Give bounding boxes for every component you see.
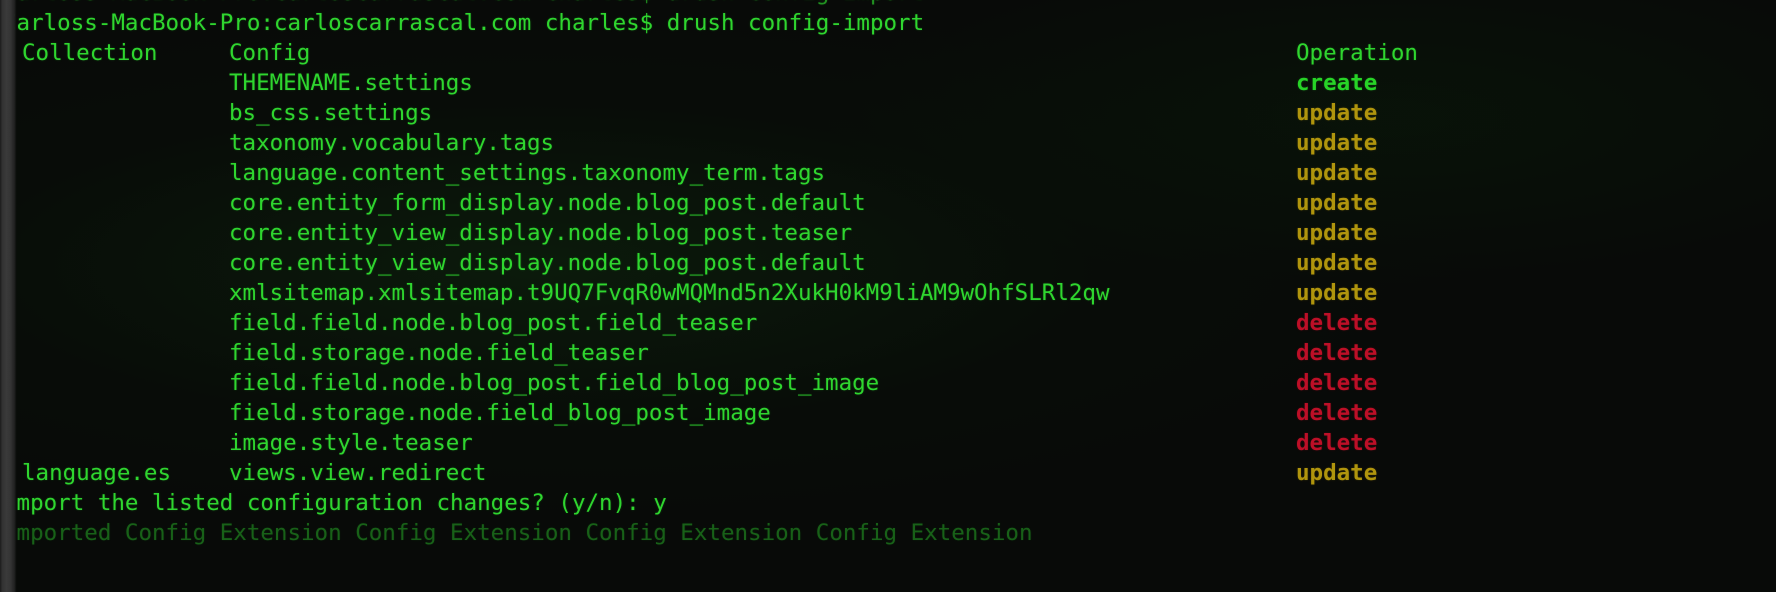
table-row: field.storage.node.field_teaser delete [0,338,1776,368]
table-row: core.entity_form_display.node.blog_post.… [0,188,1776,218]
header-collection: Collection [22,40,158,66]
terminal-line-confirm: Import the listed configuration changes?… [0,488,1776,518]
cell-operation: update [1296,100,1378,126]
terminal-window[interactable]: Carloss-MacBook-Pro:carloscarrascal.com … [0,0,1776,592]
cell-operation: update [1296,280,1378,306]
cell-operation: update [1296,460,1378,486]
header-operation: Operation [1296,40,1418,66]
shell-prompt-line: Carloss-MacBook-Pro:carloscarrascal.com … [3,10,925,36]
table-rows-host: THEMENAME.settings create bs_css.settings u… [0,68,1776,488]
confirm-prompt[interactable]: Import the listed configuration changes?… [3,488,667,518]
table-row: field.field.node.blog_post.field_blog_po… [0,368,1776,398]
cell-config: bs_css.settings [229,100,433,126]
cell-config: views.view.redirect [229,460,487,486]
next-output-text: Imported Config Extension Config Extensi… [3,520,1033,546]
cell-operation: update [1296,130,1378,156]
cell-operation: delete [1296,370,1378,396]
table-row: core.entity_view_display.node.blog_post.… [0,248,1776,278]
table-row: core.entity_view_display.node.blog_post.… [0,218,1776,248]
scrollback-text: Carloss-MacBook-Pro:carloscarrascal.com … [3,0,924,8]
cell-config: image.style.teaser [229,430,473,456]
table-row: language.content_settings.taxonomy_term.… [0,158,1776,188]
cell-operation: update [1296,160,1378,186]
cell-config: taxonomy.vocabulary.tags [229,130,555,156]
table-row: field.field.node.blog_post.field_teaser d… [0,308,1776,338]
cell-config: core.entity_form_display.node.blog_post.… [229,190,866,216]
table-row: taxonomy.vocabulary.tags update [0,128,1776,158]
cell-operation: delete [1296,340,1378,366]
cell-collection: language.es [22,460,172,486]
terminal-output: Carloss-MacBook-Pro:carloscarrascal.com … [0,0,1776,548]
cell-operation: update [1296,220,1378,246]
cell-operation: update [1296,190,1378,216]
cell-config: THEMENAME.settings [229,70,473,96]
table-row: image.style.teaser delete [0,428,1776,458]
cell-config: core.entity_view_display.node.blog_post.… [229,250,866,276]
table-row: bs_css.settings update [0,98,1776,128]
table-row: THEMENAME.settings create [0,68,1776,98]
cell-config: xmlsitemap.xmlsitemap.t9UQ7FvqR0wMQMnd5n… [229,280,1110,306]
cell-config: core.entity_view_display.node.blog_post.… [229,220,853,246]
table-row: xmlsitemap.xmlsitemap.t9UQ7FvqR0wMQMnd5n… [0,278,1776,308]
table-row: language.es views.view.redirect update [0,458,1776,488]
cell-config: field.storage.node.field_teaser [229,340,649,366]
cell-config: language.content_settings.taxonomy_term.… [229,160,826,186]
cell-config: field.storage.node.field_blog_post_image [229,400,771,426]
cell-operation: create [1296,70,1378,96]
cell-config: field.field.node.blog_post.field_blog_po… [229,370,880,396]
table-header-row: Collection Config Operation [0,38,1776,68]
table-row: field.storage.node.field_blog_post_image… [0,398,1776,428]
cell-operation: delete [1296,430,1378,456]
cell-operation: update [1296,250,1378,276]
terminal-line-next-output: Imported Config Extension Config Extensi… [0,518,1776,548]
header-config: Config [229,40,311,66]
terminal-line-prompt: Carloss-MacBook-Pro:carloscarrascal.com … [0,8,1776,38]
cell-operation: delete [1296,400,1378,426]
terminal-line-scrollback: Carloss-MacBook-Pro:carloscarrascal.com … [0,0,1776,8]
cell-operation: delete [1296,310,1378,336]
cell-config: field.field.node.blog_post.field_teaser [229,310,758,336]
